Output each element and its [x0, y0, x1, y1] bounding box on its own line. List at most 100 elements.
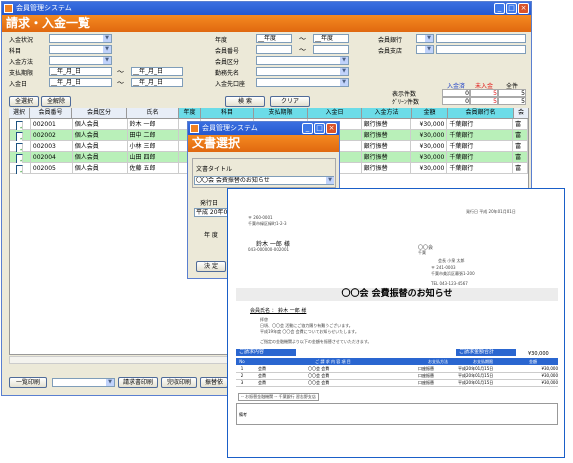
- close-button[interactable]: ×: [518, 3, 529, 14]
- count-value: 0: [442, 89, 470, 97]
- col-select[interactable]: 選択: [9, 108, 30, 118]
- doc-title: 〇〇会 会費振替のお知らせ: [236, 288, 558, 301]
- member-bank-label: 会員銀行: [378, 37, 403, 44]
- col-due-date[interactable]: 支払期限: [254, 108, 308, 118]
- cell-type: 個人会員: [73, 163, 128, 174]
- col-name[interactable]: 氏名: [127, 108, 179, 118]
- count-value: 5: [498, 97, 526, 105]
- member-branch-name[interactable]: [436, 45, 526, 54]
- transfer-print-button[interactable]: 振替依: [200, 377, 228, 388]
- ok-button[interactable]: 決 定: [196, 261, 226, 272]
- bill-total-value: ¥30,000: [528, 351, 549, 357]
- col-amount[interactable]: 金額: [412, 108, 448, 118]
- row-checkbox[interactable]: ✓: [16, 165, 24, 174]
- col-extra[interactable]: 会: [514, 108, 529, 118]
- col-bank[interactable]: 会員銀行名: [448, 108, 514, 118]
- receipt-print-button[interactable]: 完収印刷: [161, 377, 197, 388]
- payment-counter-select[interactable]: ▼: [256, 78, 349, 87]
- counts-table: 入金済 未入金 全件 表示件数 0 5 5 ｸﾞﾘｰﾝ件数 0 5 5: [392, 81, 527, 106]
- app-icon: [4, 4, 13, 13]
- payment-date-from-input[interactable]: __年_月_日: [49, 78, 112, 87]
- payment-method-select[interactable]: ▼: [49, 56, 112, 65]
- cell-method: 銀行振替: [362, 141, 412, 152]
- doc-body-3: 平成19年度 〇〇会 会費についてお知らせいたします。: [260, 329, 359, 334]
- cell-member-no: 002003: [31, 141, 73, 152]
- row-checkbox[interactable]: ✓: [16, 154, 24, 163]
- document-preview: 発行日 平成 20年01月01日 〒 260-0001 千葉市緑区緑町1-2-3…: [227, 188, 565, 458]
- payment-date-to-input[interactable]: __年_月_日: [131, 78, 183, 87]
- member-bank-name[interactable]: [436, 34, 526, 43]
- bill-title: ご請求内容: [236, 349, 296, 356]
- row-checkbox[interactable]: ✓: [16, 143, 24, 152]
- row-checkbox[interactable]: ✓: [16, 132, 24, 141]
- bill-row: 3 会費 〇〇会 会費 口座振替 平成20年01月15日 ¥30,000: [236, 380, 558, 387]
- window-title: 会員管理システム: [16, 4, 72, 12]
- search-button[interactable]: 検 索: [225, 96, 265, 107]
- dialog-title-bar[interactable]: 会員管理システム _ □ ×: [188, 122, 339, 135]
- doc-title-label: 文書タイトル: [196, 166, 233, 173]
- member-no-to-input[interactable]: [313, 45, 349, 54]
- dialog-close-button[interactable]: ×: [326, 123, 337, 134]
- year-to-input[interactable]: __年度: [313, 34, 349, 43]
- cell-type: 個人会員: [73, 119, 128, 130]
- col-member-no[interactable]: 会員番号: [30, 108, 72, 118]
- employer-select[interactable]: ▼: [256, 67, 349, 76]
- col-payment-date[interactable]: 入金日: [308, 108, 362, 118]
- cell-type: 個人会員: [73, 152, 128, 163]
- member-no-from-input[interactable]: [256, 45, 292, 54]
- member-type-select[interactable]: ▼: [256, 56, 349, 65]
- bill-table: 1 会費 〇〇会 会費 口座振替 平成20年01月15日 ¥30,000 2 会…: [236, 366, 558, 387]
- member-no-label: 会員番号: [215, 48, 240, 55]
- print-option-select[interactable]: ▼: [52, 378, 115, 387]
- page-title: 請求・入金一覧: [2, 15, 531, 32]
- count-header-unpaid: 未入金: [474, 83, 493, 90]
- cell-bank: 千葉銀行: [447, 130, 514, 141]
- col-year[interactable]: 年度: [179, 108, 201, 118]
- cell-member-no: 002004: [31, 152, 73, 163]
- year-label: 年度: [215, 37, 228, 44]
- deselect-all-button[interactable]: 全解除: [41, 96, 71, 107]
- select-all-button[interactable]: 全選択: [9, 96, 39, 107]
- issue-date-label: 発行日: [200, 200, 219, 207]
- cell-amount: ¥30,000: [411, 141, 448, 152]
- member-branch-code[interactable]: ▼: [416, 45, 434, 54]
- cell-extra: 富: [513, 119, 528, 130]
- cell-method: 銀行振替: [362, 119, 412, 130]
- col-method[interactable]: 入金方法: [362, 108, 412, 118]
- row-checkbox[interactable]: ✓: [16, 121, 24, 130]
- due-date-to-input[interactable]: __年_月_日: [131, 67, 183, 76]
- minimize-button[interactable]: _: [494, 3, 505, 14]
- count-value: 5: [498, 89, 526, 97]
- cell-amount: ¥30,000: [411, 130, 448, 141]
- list-print-button[interactable]: 一覧印刷: [9, 377, 47, 388]
- employer-label: 勤務先名: [215, 70, 240, 77]
- chevron-down-icon: ▼: [425, 35, 433, 42]
- doc-title-select[interactable]: 〇〇会 会費振替のお知らせ: [194, 176, 334, 185]
- bill-print-button[interactable]: 請求書印刷: [118, 377, 158, 388]
- col-subject[interactable]: 科目: [201, 108, 254, 118]
- bill-table-header: No ご 請 求 内 容 項 目 お支払方法 お支払期限 金額: [236, 358, 558, 365]
- subject-select[interactable]: ▼: [49, 45, 112, 54]
- dialog-header: 文書選択: [188, 135, 339, 152]
- clear-button[interactable]: クリア: [270, 96, 310, 107]
- year-from-input[interactable]: __年度: [256, 34, 292, 43]
- app-icon: [190, 124, 199, 133]
- count-row-label: 表示件数: [392, 91, 417, 98]
- cell-member-no: 002001: [31, 119, 73, 130]
- payment-status-select[interactable]: ▼: [49, 34, 112, 43]
- chevron-down-icon: ▼: [103, 35, 111, 42]
- remarks-box: 備考: [236, 403, 558, 425]
- dialog-minimize-button[interactable]: _: [302, 123, 313, 134]
- bill-row: 2 会費 〇〇会 会費 口座振替 平成20年01月15日 ¥30,000: [236, 373, 558, 380]
- chevron-down-icon: ▼: [425, 46, 433, 53]
- chevron-down-icon: ▼: [340, 68, 348, 75]
- bill-total-title: ご請求金額合計: [456, 349, 516, 356]
- count-value: 0: [442, 97, 470, 105]
- due-date-from-input[interactable]: __年_月_日: [49, 67, 112, 76]
- col-member-type[interactable]: 会員区分: [72, 108, 127, 118]
- title-bar[interactable]: 会員管理システム _ □ ×: [2, 2, 531, 15]
- maximize-button[interactable]: □: [506, 3, 517, 14]
- dialog-maximize-button[interactable]: □: [314, 123, 325, 134]
- issue-date-input[interactable]: 平成 20年07: [194, 208, 228, 217]
- member-bank-code[interactable]: ▼: [416, 34, 434, 43]
